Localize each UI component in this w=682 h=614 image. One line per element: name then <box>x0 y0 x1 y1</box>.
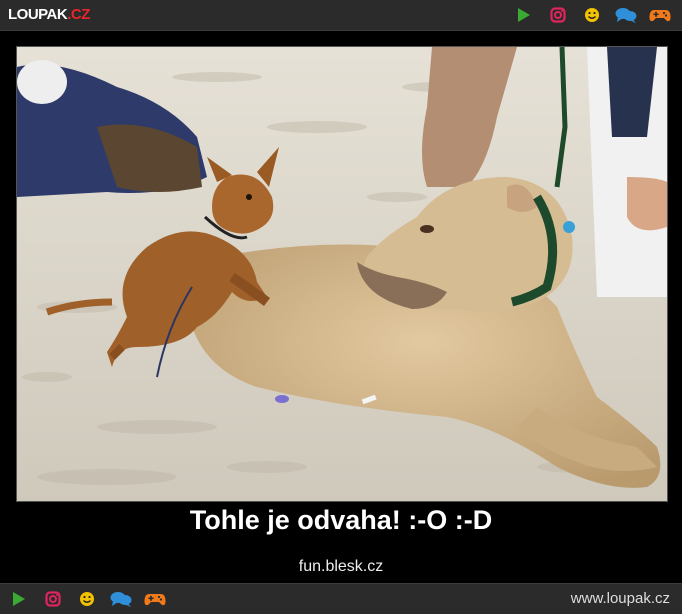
top-bar: LOUPAK.CZ <box>0 0 682 31</box>
bottom-nav-icons <box>8 588 166 610</box>
play-icon[interactable] <box>8 588 30 610</box>
chat-icon[interactable] <box>110 588 132 610</box>
site-logo[interactable]: LOUPAK.CZ <box>8 6 90 23</box>
logo-text: LOUPAK <box>8 6 68 23</box>
gamepad-icon[interactable] <box>144 588 166 610</box>
post-caption: Tohle je odvaha! :-O :-D <box>189 505 493 535</box>
photo-dogs-on-beach <box>17 47 667 501</box>
post-photo <box>16 46 668 502</box>
logo-tld: .CZ <box>67 6 90 23</box>
instagram-icon[interactable] <box>42 588 64 610</box>
bottom-bar: www.loupak.cz <box>0 583 682 614</box>
play-icon[interactable] <box>513 4 535 26</box>
site-url[interactable]: www.loupak.cz <box>571 590 670 607</box>
smiley-icon[interactable] <box>581 4 603 26</box>
gamepad-icon[interactable] <box>649 4 671 26</box>
smiley-icon[interactable] <box>76 588 98 610</box>
instagram-icon[interactable] <box>547 4 569 26</box>
post-source[interactable]: fun.blesk.cz <box>0 558 682 576</box>
top-nav-icons <box>513 4 671 26</box>
chat-icon[interactable] <box>615 4 637 26</box>
